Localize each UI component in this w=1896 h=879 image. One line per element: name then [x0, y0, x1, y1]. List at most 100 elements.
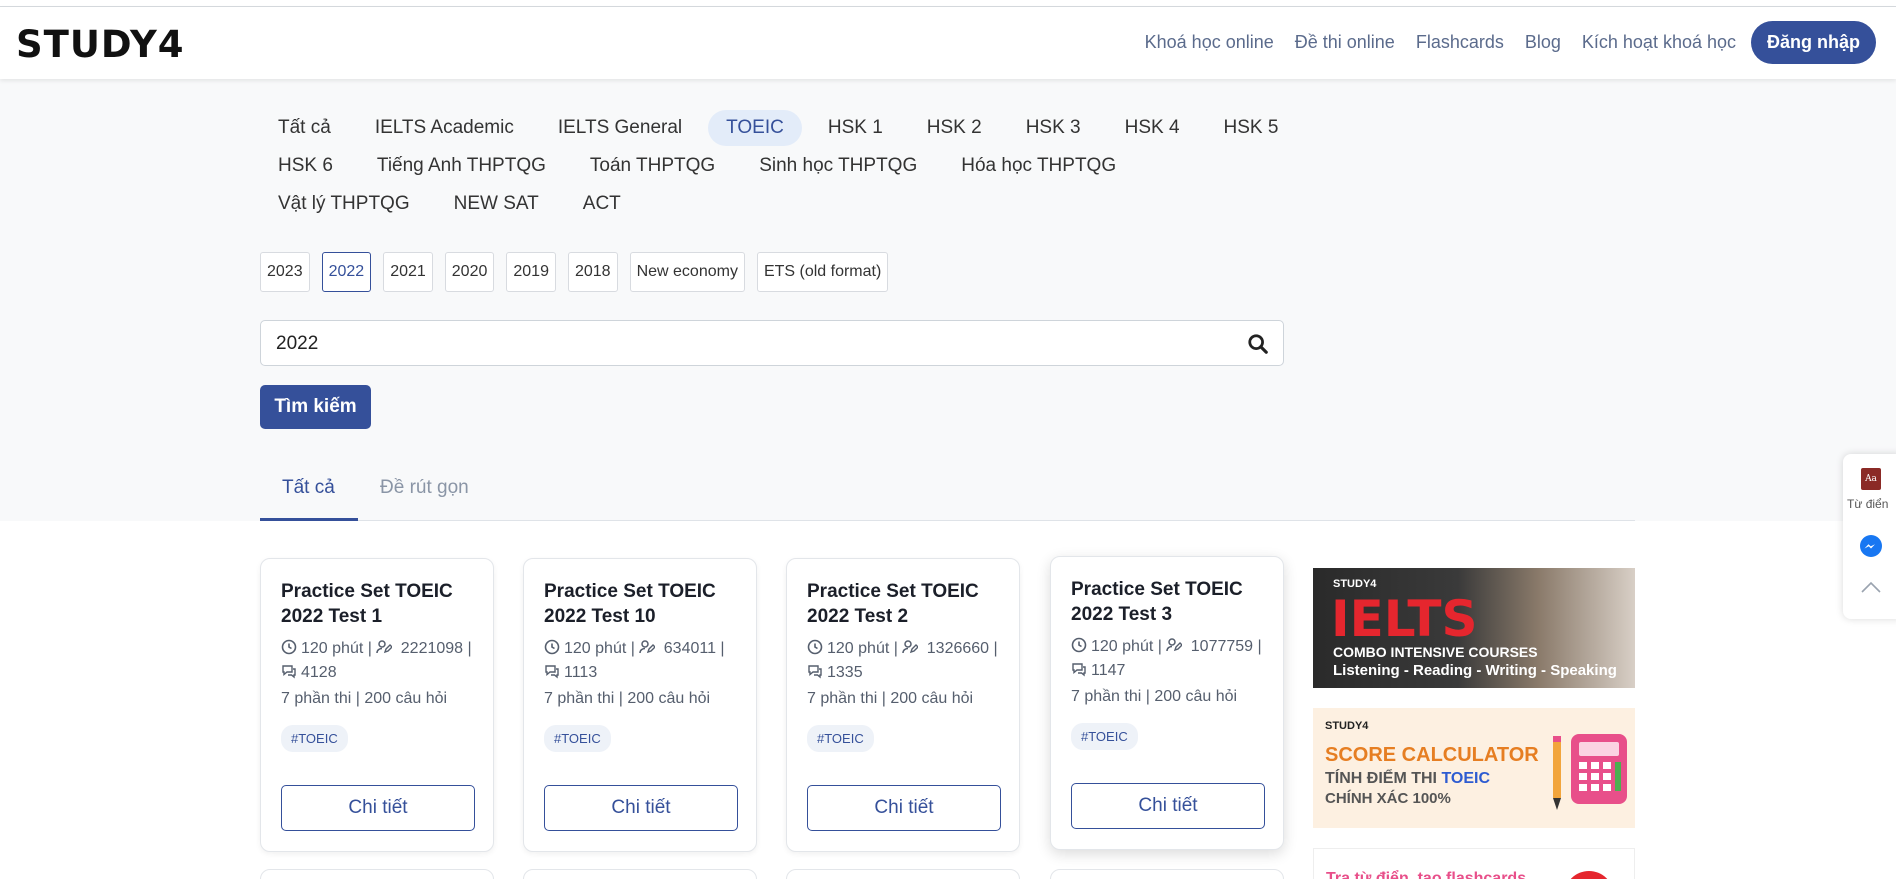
category-act[interactable]: ACT — [565, 186, 639, 222]
messenger-icon[interactable] — [1859, 534, 1883, 558]
clock-icon — [807, 639, 823, 655]
nav-links: Khoá học online Đề thi online Flashcards… — [1124, 21, 1876, 64]
detail-button[interactable]: Chi tiết — [1071, 783, 1265, 829]
banner-brand: STUDY4 — [1333, 578, 1377, 590]
user-edit-icon — [639, 640, 656, 654]
category-biology-thptqg[interactable]: Sinh học THPTQG — [741, 148, 935, 184]
banner-line-2: Listening - Reading - Writing - Speaking — [1333, 662, 1617, 679]
category-hsk1[interactable]: HSK 1 — [810, 110, 901, 146]
card-meta: 120 phút | 1077759 | 1147 — [1071, 635, 1276, 683]
navbar: STUDY4 Khoá học online Đề thi online Fla… — [0, 7, 1896, 79]
card-tag[interactable]: #TOEIC — [1071, 723, 1138, 750]
nav-link-flashcards[interactable]: Flashcards — [1416, 32, 1504, 53]
category-math-thptqg[interactable]: Toán THPTQG — [572, 148, 733, 184]
card-title[interactable]: Practice Set TOEIC 2022 Test 3 — [1071, 577, 1271, 627]
tabs: Tất cả Đề rút gọn — [260, 465, 1635, 521]
card-tag[interactable]: #TOEIC — [544, 725, 611, 752]
card-tag[interactable]: #TOEIC — [281, 725, 348, 752]
nav-link-tests[interactable]: Đề thi online — [1295, 32, 1395, 53]
pencil-icon — [1553, 736, 1561, 810]
nav-link-activate[interactable]: Kích hoạt khoá học — [1582, 32, 1736, 53]
card-meta: 120 phút | 1326660 | 1335 — [807, 637, 1012, 685]
top-border — [0, 0, 1896, 7]
category-chemistry-thptqg[interactable]: Hóa học THPTQG — [943, 148, 1134, 184]
card-tag[interactable]: #TOEIC — [807, 725, 874, 752]
category-ielts-general[interactable]: IELTS General — [540, 110, 700, 146]
category-english-thptqg[interactable]: Tiếng Anh THPTQG — [359, 148, 564, 184]
test-card-next-row — [786, 869, 1020, 879]
category-ielts-academic[interactable]: IELTS Academic — [357, 110, 532, 146]
comments-icon — [808, 665, 822, 679]
test-card: Practice Set TOEIC 2022 Test 2 120 phút … — [786, 558, 1020, 852]
scroll-up-icon[interactable] — [1859, 578, 1883, 596]
user-edit-icon — [376, 640, 393, 654]
user-edit-icon — [902, 640, 919, 654]
tab-shortened[interactable]: Đề rút gọn — [380, 477, 469, 499]
year-2020[interactable]: 2020 — [444, 252, 495, 292]
card-info: 7 phần thi | 200 câu hỏi — [807, 690, 974, 707]
search-value: 2022 — [276, 333, 319, 354]
year-filter: 2023 2022 2021 2020 2019 2018 New econom… — [260, 252, 900, 292]
year-2023[interactable]: 2023 — [260, 252, 310, 292]
detail-button[interactable]: Chi tiết — [807, 785, 1001, 831]
comments-icon — [545, 665, 559, 679]
clock-icon — [544, 639, 560, 655]
year-ets-old-format[interactable]: ETS (old format) — [756, 252, 889, 292]
search-button[interactable]: Tìm kiếm — [260, 385, 371, 429]
detail-button[interactable]: Chi tiết — [544, 785, 738, 831]
logo[interactable]: STUDY4 — [16, 23, 185, 66]
card-title[interactable]: Practice Set TOEIC 2022 Test 2 — [807, 579, 1007, 629]
test-card-next-row — [1050, 869, 1284, 879]
year-2022[interactable]: 2022 — [321, 252, 372, 292]
year-2021[interactable]: 2021 — [383, 252, 433, 292]
test-card: Practice Set TOEIC 2022 Test 10 120 phút… — [523, 558, 757, 852]
category-hsk5[interactable]: HSK 5 — [1206, 110, 1297, 146]
category-hsk3[interactable]: HSK 3 — [1008, 110, 1099, 146]
year-2019[interactable]: 2019 — [506, 252, 556, 292]
year-new-economy[interactable]: New economy — [629, 252, 745, 292]
category-hsk2[interactable]: HSK 2 — [909, 110, 1000, 146]
card-meta: 120 phút | 634011 | 1113 — [544, 637, 749, 685]
card-title[interactable]: Practice Set TOEIC 2022 Test 10 — [544, 579, 744, 629]
banner-brand: STUDY4 — [1325, 720, 1369, 732]
floating-side-widget: Aa Từ điển — [1843, 454, 1896, 619]
search-icon[interactable] — [1247, 333, 1269, 355]
banner-line-1: TÍNH ĐIỂM THI TOEIC — [1325, 770, 1491, 787]
test-card: Practice Set TOEIC 2022 Test 3 120 phút … — [1050, 556, 1284, 850]
banner-title: Tra từ điển, tạo flashcards — [1326, 870, 1527, 879]
category-physics-thptqg[interactable]: Vật lý THPTQG — [260, 186, 428, 222]
banner-line-1: COMBO INTENSIVE COURSES — [1333, 644, 1538, 660]
score-calculator-banner[interactable]: STUDY4 SCORE CALCULATOR TÍNH ĐIỂM THI TO… — [1313, 708, 1635, 828]
year-2018[interactable]: 2018 — [567, 252, 618, 292]
banner-title: IELTS — [1331, 590, 1478, 648]
card-meta: 120 phút | 2221098 | 4128 — [281, 637, 486, 685]
card-info: 7 phần thi | 200 câu hỏi — [281, 690, 448, 707]
category-toeic[interactable]: TOEIC — [708, 110, 802, 146]
tab-all[interactable]: Tất cả — [282, 477, 335, 499]
banner-line-2: CHÍNH XÁC 100% — [1325, 790, 1451, 807]
card-title[interactable]: Practice Set TOEIC 2022 Test 1 — [281, 579, 481, 629]
ielts-combo-banner[interactable]: STUDY4 IELTS COMBO INTENSIVE COURSES Lis… — [1313, 568, 1635, 688]
dictionary-label[interactable]: Từ điển — [1847, 497, 1888, 511]
test-card: Practice Set TOEIC 2022 Test 1 120 phút … — [260, 558, 494, 852]
dictionary-icon[interactable]: Aa — [1861, 468, 1881, 490]
category-hsk6[interactable]: HSK 6 — [260, 148, 351, 184]
banner-title: SCORE CALCULATOR — [1325, 744, 1539, 766]
category-new-sat[interactable]: NEW SAT — [436, 186, 557, 222]
comments-icon — [282, 665, 296, 679]
card-info: 7 phần thi | 200 câu hỏi — [544, 690, 711, 707]
calculator-icon — [1571, 734, 1627, 804]
search-input[interactable]: 2022 — [260, 320, 1284, 366]
comments-icon — [1072, 663, 1086, 677]
nav-link-blog[interactable]: Blog — [1525, 32, 1561, 53]
detail-button[interactable]: Chi tiết — [281, 785, 475, 831]
clock-icon — [1071, 637, 1087, 653]
test-card-next-row — [260, 869, 494, 879]
category-all[interactable]: Tất cả — [260, 110, 349, 146]
dictionary-banner[interactable]: Tra từ điển, tạo flashcards — [1313, 848, 1635, 879]
category-filter: Tất cả IELTS Academic IELTS General TOEI… — [260, 109, 1278, 223]
test-card-next-row — [523, 869, 757, 879]
nav-link-courses[interactable]: Khoá học online — [1145, 32, 1274, 53]
login-button[interactable]: Đăng nhập — [1751, 21, 1876, 64]
category-hsk4[interactable]: HSK 4 — [1107, 110, 1198, 146]
